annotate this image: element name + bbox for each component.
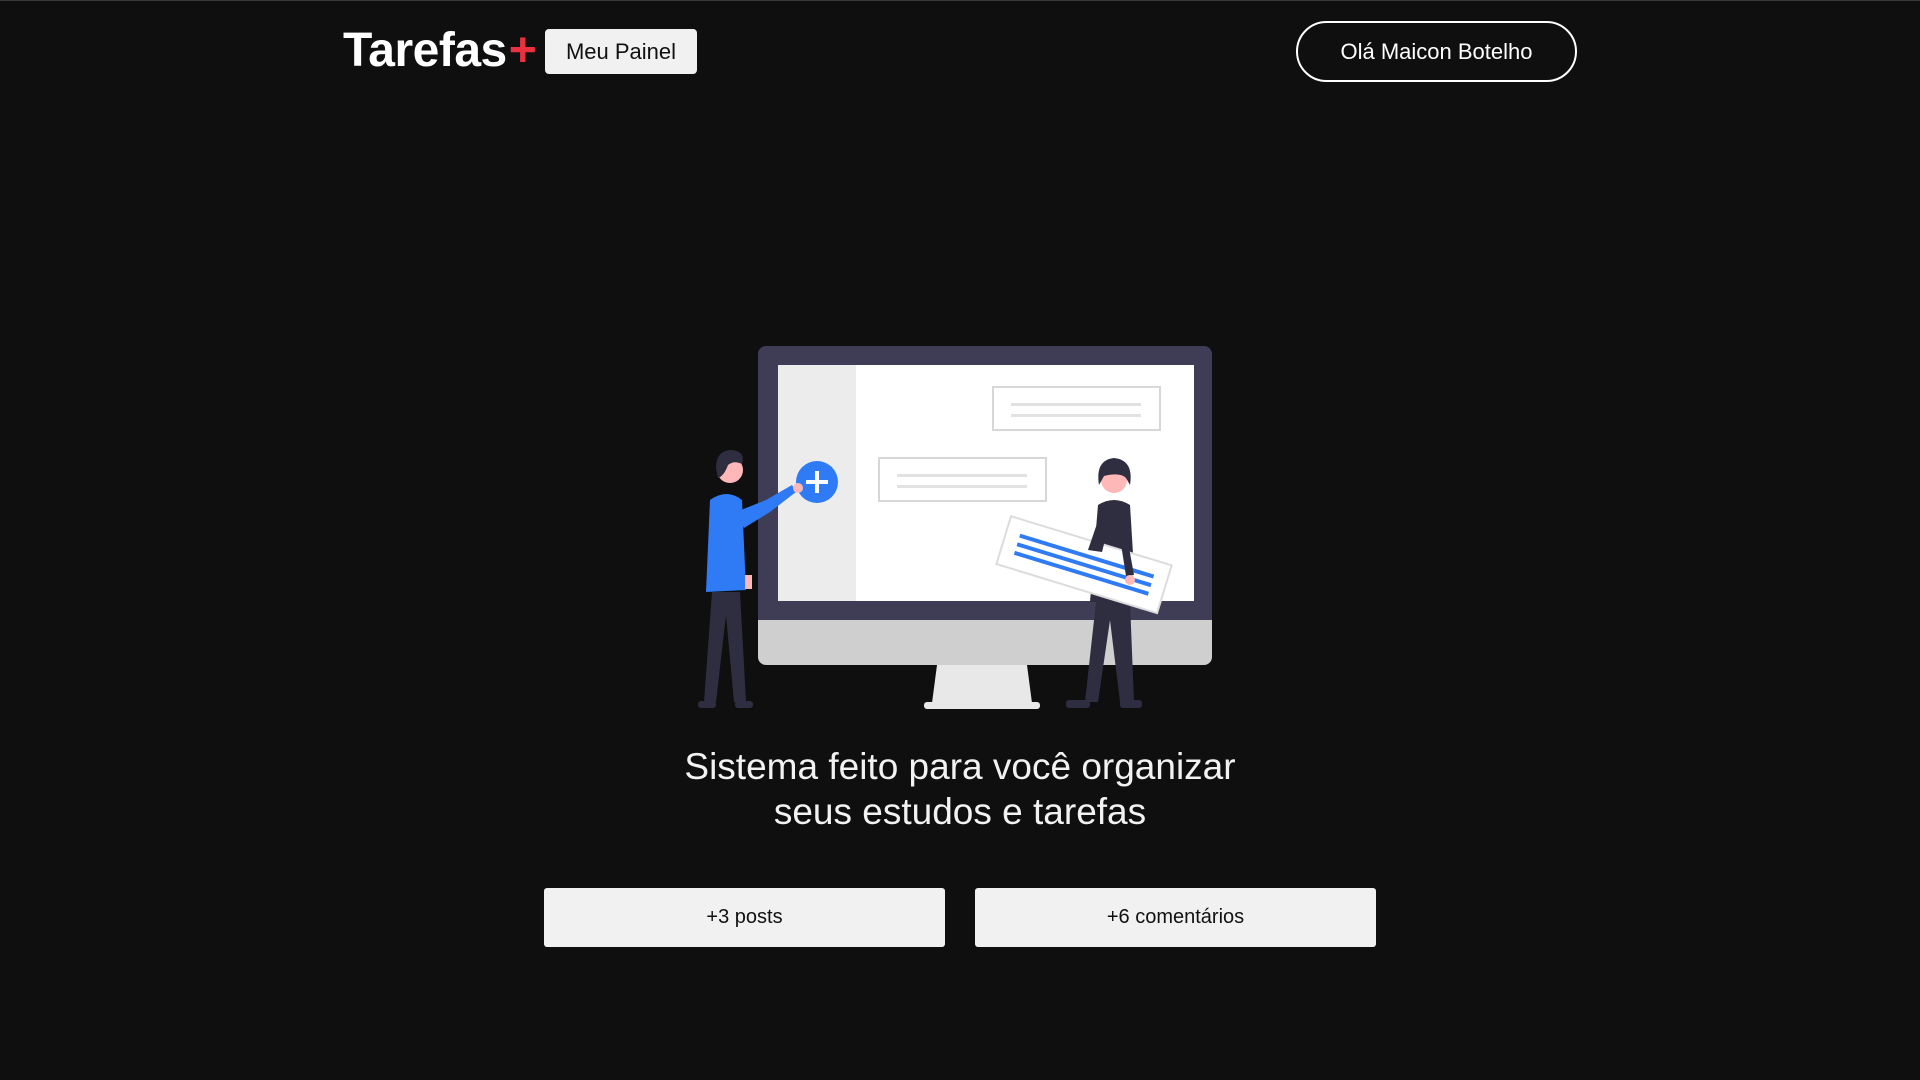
posts-count-button[interactable]: +3 posts (544, 888, 945, 947)
logo-text: Tarefas (343, 24, 507, 77)
hero-headline: Sistema feito para você organizar seus e… (560, 744, 1360, 834)
comments-count-button[interactable]: +6 comentários (975, 888, 1376, 947)
app-logo[interactable]: Tarefas + (343, 20, 537, 82)
user-greeting-button[interactable]: Olá Maicon Botelho (1296, 21, 1577, 82)
headline-line-2: seus estudos e tarefas (773, 791, 1147, 832)
my-panel-button[interactable]: Meu Painel (545, 29, 697, 74)
hero-illustration (698, 346, 1212, 709)
headline-line-1: Sistema feito para você organizar (684, 746, 1236, 787)
top-header: Tarefas + Meu Painel Olá Maicon Botelho (0, 0, 1920, 102)
logo-plus: + (508, 24, 537, 77)
